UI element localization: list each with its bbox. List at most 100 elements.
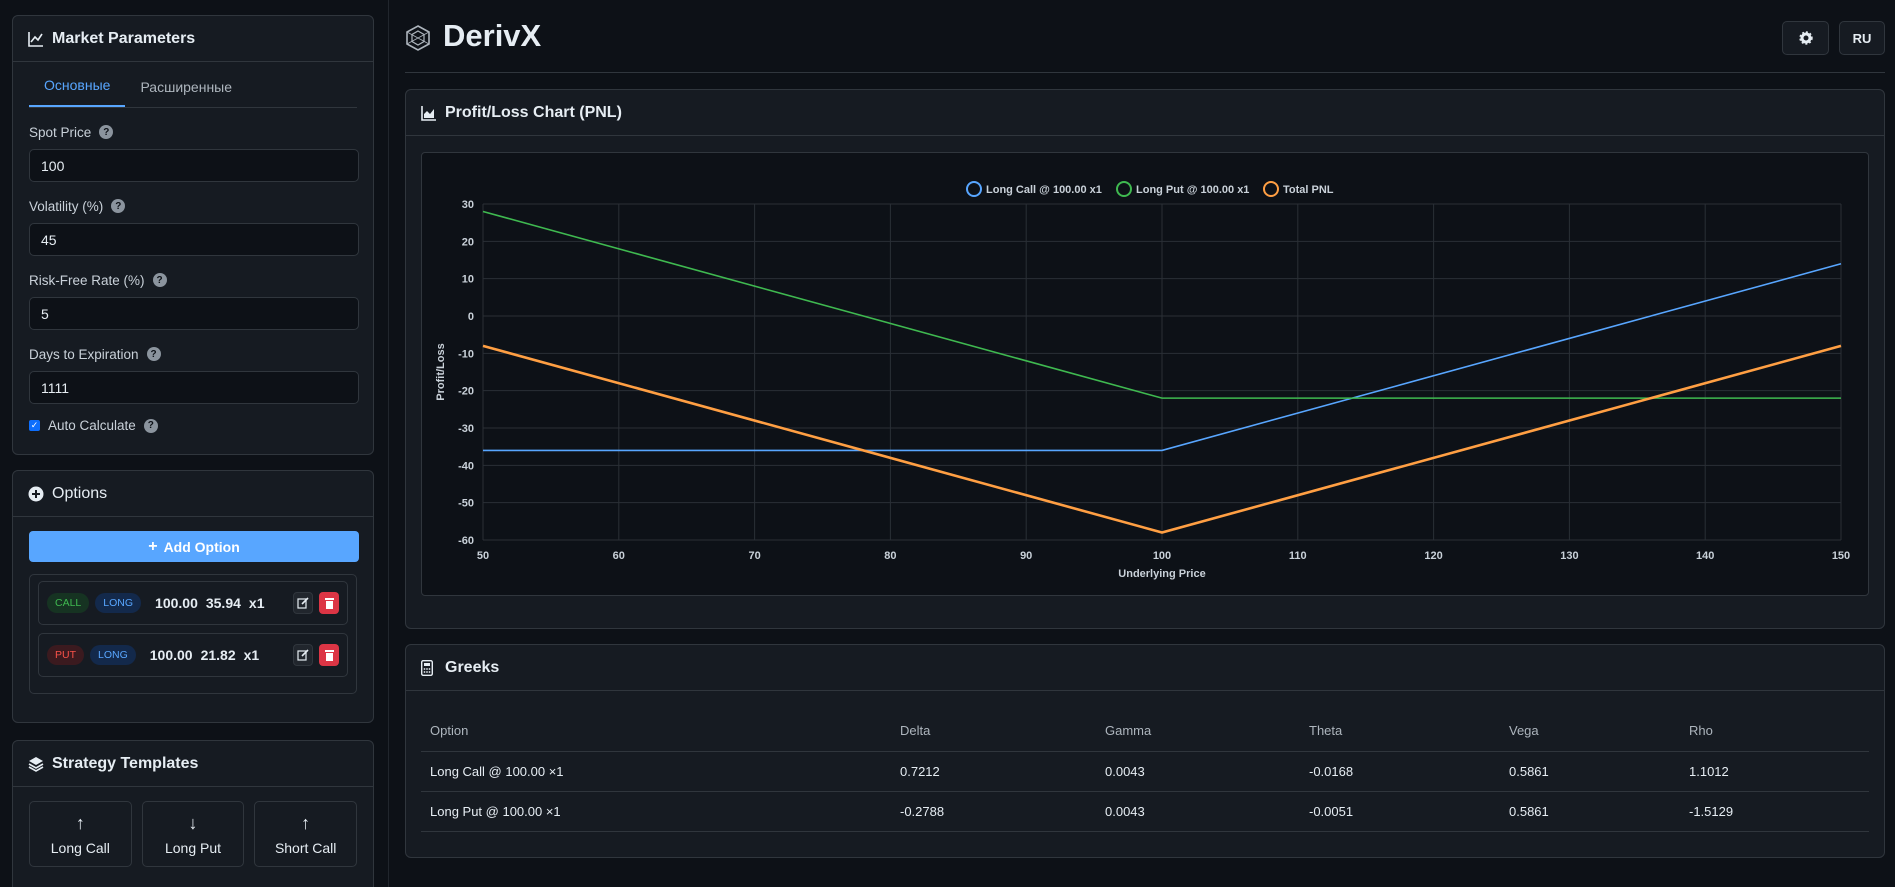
pnl-chart: 3020100-10-20-30-40-50-6050 60 70 80 90 100 11… [435,181,1850,580]
spot-price-label: Spot Price ? [29,124,357,140]
template-long-call[interactable]: ↑ Long Call [29,801,132,867]
template-long-put[interactable]: ↓ Long Put [141,801,245,867]
option-side-badge: LONG [95,593,142,613]
arrow-up-icon: ↑ [75,812,85,833]
sidebar: Market Parameters Основные Расширенные S… [0,0,389,887]
y-axis-label: Profit/Loss [435,343,447,400]
edit-option-button[interactable] [293,644,313,666]
legend-label: Long Call @ 100.00 x1 [986,184,1102,196]
pnl-header: Profit/Loss Chart (PNL) [406,90,1884,136]
cell-vega: 0.5861 [1500,791,1680,832]
strategy-templates-title: Strategy Templates [52,754,199,772]
auto-calculate-row: ✓ Auto Calculate ? [29,418,357,433]
x-tick-label: 100 [1153,550,1171,562]
language-button[interactable]: RU [1839,21,1885,55]
template-label: Long Put [164,839,222,856]
x-tick-label: 140 [1696,550,1714,562]
option-row: PUT LONG 100.00 21.82 x1 [38,633,348,677]
x-tick-label: 50 [477,550,489,562]
y-tick-label: -10 [458,348,474,360]
hexagon-logo-icon [405,23,431,51]
table-row: Long Put @ 100.00 ×1 -0.2788 0.0043 -0.0… [421,791,1869,832]
auto-calculate-checkbox[interactable]: ✓ [29,420,40,431]
x-tick-label: 90 [1020,550,1032,562]
volatility-label-text: Volatility (%) [29,198,104,214]
greeks-card: Greeks Option Delta Gamma Theta Vega Rho… [405,644,1885,858]
risk-free-rate-input[interactable] [29,297,359,330]
pnl-chart-container: 30 20 10 0 -10 -20 -30 -40 -50 -60 50 60 70 80 90 100 11… [421,152,1869,596]
top-bar: DerivX RU [405,0,1885,73]
option-price: 21.82 [200,647,236,663]
layers-icon [28,756,44,772]
edit-option-button[interactable] [293,592,313,614]
calculator-icon [421,659,437,676]
tab-advanced[interactable]: Расширенные [125,79,247,107]
col-rho: Rho [1680,711,1869,752]
line-chart-icon [28,31,44,47]
y-tick-label: -50 [458,498,474,510]
days-to-expiration-label-text: Days to Expiration [29,346,139,362]
params-tabs: Основные Расширенные [29,62,357,108]
option-qty: x1 [248,595,265,611]
template-short-call[interactable]: ↑ Short Call [254,801,358,867]
brand: DerivX [405,18,541,54]
delete-option-button[interactable] [319,592,339,614]
option-qty: x1 [243,647,260,663]
y-tick-label: 30 [462,199,474,211]
y-tick-label: 20 [462,236,474,248]
help-icon[interactable]: ? [111,199,126,213]
cell-gamma: 0.0043 [1096,791,1300,832]
volatility-label: Volatility (%) ? [29,198,357,214]
top-actions: RU [1782,21,1885,55]
greeks-table: Option Delta Gamma Theta Vega Rho Long C… [421,711,1869,832]
legend-marker [966,181,982,197]
help-icon[interactable]: ? [143,418,158,433]
options-list: CALL LONG 100.00 35.94 x1 PUT LONG 100.0… [29,574,357,694]
option-type-badge: PUT [47,645,84,665]
auto-calculate-label: Auto Calculate [48,418,136,433]
edit-icon [297,649,309,661]
legend-marker [1263,181,1279,197]
help-icon[interactable]: ? [152,273,167,287]
y-tick-label: -40 [458,460,474,472]
delete-option-button[interactable] [319,644,339,666]
legend-label: Long Put @ 100.00 x1 [1136,184,1249,196]
strategy-templates-header: Strategy Templates [13,741,373,787]
cell-theta: -0.0168 [1300,751,1500,792]
help-icon[interactable]: ? [146,347,161,361]
option-row: CALL LONG 100.00 35.94 x1 [38,581,348,625]
y-tick-label: 10 [462,274,474,286]
add-option-button[interactable]: + Add Option [29,531,359,562]
plus-circle-icon [28,486,44,502]
help-icon[interactable]: ? [99,125,114,139]
cell-vega: 0.5861 [1500,751,1680,792]
table-row: Long Call @ 100.00 ×1 0.7212 0.0043 -0.0… [421,751,1869,792]
tab-basic[interactable]: Основные [29,77,126,107]
col-option: Option [421,711,891,752]
days-to-expiration-label: Days to Expiration ? [29,346,357,362]
plus-icon: + [148,537,158,555]
option-strike: 100.00 [155,595,198,611]
settings-button[interactable] [1782,21,1829,55]
market-parameters-header: Market Parameters [13,16,373,62]
legend-label: Total PNL [1283,184,1334,196]
days-to-expiration-input[interactable] [29,371,359,404]
brand-name: DerivX [443,18,542,53]
col-gamma: Gamma [1096,711,1300,752]
pnl-card: Profit/Loss Chart (PNL) 30 20 10 0 -10 -20 -30… [405,89,1885,629]
spot-price-input[interactable] [29,149,359,182]
strategy-templates-panel: Strategy Templates ↑ Long Call ↓ Long Pu… [12,740,374,887]
cell-rho: 1.1012 [1680,751,1869,792]
cell-delta: -0.2788 [891,791,1096,832]
volatility-input[interactable] [29,223,359,256]
arrow-up-icon: ↑ [301,812,311,833]
x-tick-label: 80 [884,550,896,562]
greeks-title: Greeks [445,658,500,676]
greeks-header-row: Option Delta Gamma Theta Vega Rho [421,711,1869,752]
x-tick-label: 70 [748,550,760,562]
x-tick-label: 130 [1560,550,1578,562]
market-parameters-title: Market Parameters [52,29,196,47]
y-tick-label: 0 [468,311,474,323]
trash-icon [324,598,334,609]
template-grid: ↑ Long Call ↓ Long Put ↑ Short Call [29,801,358,867]
